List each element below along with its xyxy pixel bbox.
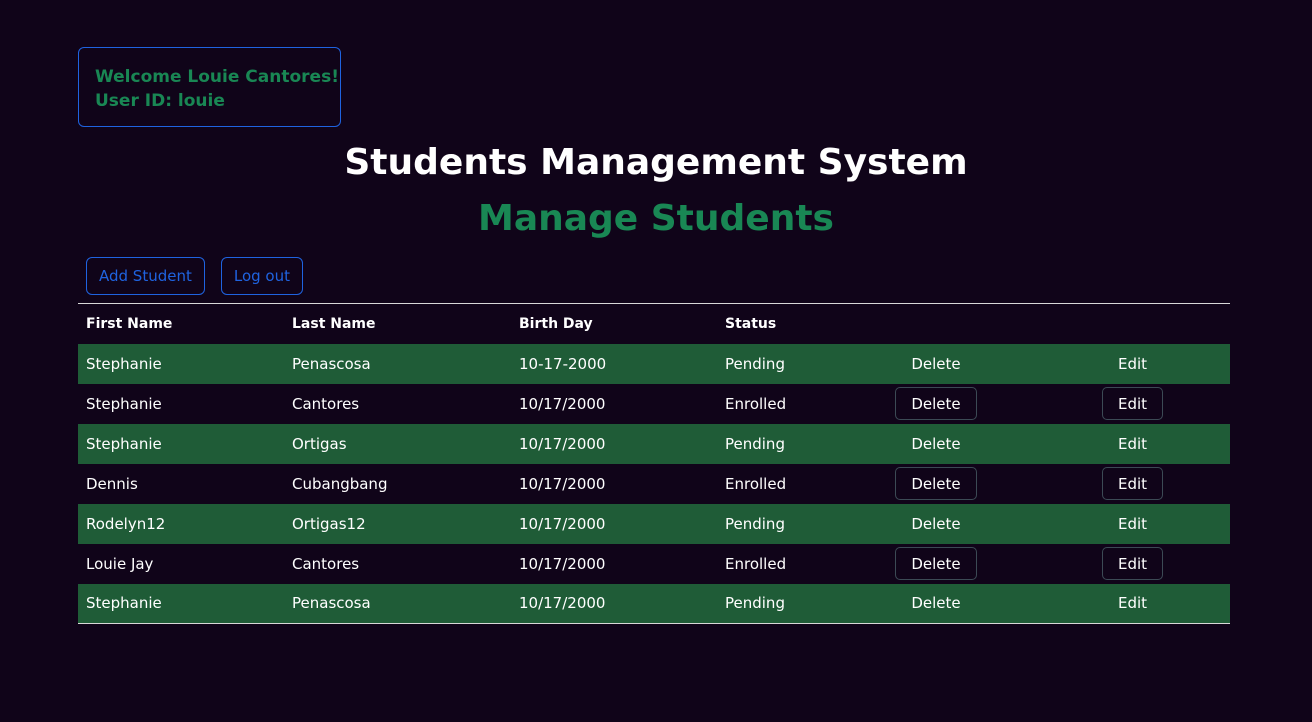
delete-cell: Delete bbox=[837, 544, 1035, 584]
table-row: Stephanie Cantores 10/17/2000 Enrolled D… bbox=[78, 384, 1230, 424]
cell-first-name: Rodelyn12 bbox=[86, 514, 166, 533]
cell-last-name: Ortigas bbox=[292, 434, 347, 453]
cell-last-name: Cantores bbox=[292, 394, 360, 413]
table-row: Rodelyn12 Ortigas12 10/17/2000 Pending D… bbox=[78, 503, 1230, 544]
cell-status: Pending bbox=[725, 354, 785, 373]
edit-cell: Edit bbox=[1035, 504, 1230, 544]
students-table-container: First Name Last Name Birth Day Status St… bbox=[78, 303, 1230, 624]
delete-cell: Delete bbox=[837, 584, 1035, 624]
cell-status: Enrolled bbox=[725, 394, 787, 413]
logout-button[interactable]: Log out bbox=[220, 257, 303, 295]
students-table: First Name Last Name Birth Day Status St… bbox=[78, 303, 1230, 624]
edit-cell: Edit bbox=[1035, 424, 1230, 464]
delete-button[interactable]: Delete bbox=[895, 467, 977, 500]
cell-status: Enrolled bbox=[725, 554, 787, 573]
cell-status: Pending bbox=[725, 514, 785, 533]
cell-birth-day: 10/17/2000 bbox=[519, 394, 606, 413]
cell-first-name: Stephanie bbox=[86, 354, 162, 373]
delete-button[interactable]: Delete bbox=[895, 507, 976, 540]
table-row: Dennis Cubangbang 10/17/2000 Enrolled De… bbox=[78, 464, 1230, 504]
cell-status: Pending bbox=[725, 434, 785, 453]
edit-button[interactable]: Edit bbox=[1102, 427, 1163, 460]
cell-last-name: Penascosa bbox=[292, 594, 371, 613]
edit-button[interactable]: Edit bbox=[1102, 587, 1163, 620]
delete-cell: Delete bbox=[837, 344, 1035, 384]
edit-button[interactable]: Edit bbox=[1101, 387, 1164, 420]
delete-button[interactable]: Delete bbox=[895, 347, 976, 380]
cell-birth-day: 10/17/2000 bbox=[519, 434, 606, 453]
edit-cell: Edit bbox=[1035, 464, 1230, 504]
table-header: First Name Last Name Birth Day Status bbox=[78, 303, 1230, 344]
delete-cell: Delete bbox=[837, 464, 1035, 504]
delete-button[interactable]: Delete bbox=[895, 587, 976, 620]
cell-first-name: Dennis bbox=[86, 474, 138, 493]
table-row: Stephanie Ortigas 10/17/2000 Pending Del… bbox=[78, 423, 1230, 464]
column-header-delete bbox=[837, 304, 1035, 344]
cell-first-name: Stephanie bbox=[86, 434, 162, 453]
table-body: Stephanie Penascosa 10-17-2000 Pending D… bbox=[78, 343, 1230, 624]
column-header-birth-day: Birth Day bbox=[519, 315, 593, 332]
cell-first-name: Stephanie bbox=[86, 394, 162, 413]
delete-cell: Delete bbox=[837, 424, 1035, 464]
delete-cell: Delete bbox=[837, 384, 1035, 424]
table-row: Stephanie Penascosa 10-17-2000 Pending D… bbox=[78, 343, 1230, 384]
add-student-button[interactable]: Add Student bbox=[86, 257, 205, 295]
edit-button[interactable]: Edit bbox=[1101, 467, 1164, 500]
edit-cell: Edit bbox=[1035, 384, 1230, 424]
cell-birth-day: 10-17-2000 bbox=[519, 354, 607, 373]
edit-cell: Edit bbox=[1035, 544, 1230, 584]
edit-button[interactable]: Edit bbox=[1102, 347, 1163, 380]
cell-birth-day: 10/17/2000 bbox=[519, 514, 606, 533]
edit-cell: Edit bbox=[1035, 344, 1230, 384]
cell-status: Pending bbox=[725, 594, 785, 613]
cell-first-name: Louie Jay bbox=[86, 554, 154, 573]
table-row: Louie Jay Cantores 10/17/2000 Enrolled D… bbox=[78, 544, 1230, 584]
cell-birth-day: 10/17/2000 bbox=[519, 474, 606, 493]
welcome-box: Welcome Louie Cantores! User ID: louie bbox=[78, 47, 341, 127]
table-row: Stephanie Penascosa 10/17/2000 Pending D… bbox=[78, 583, 1230, 624]
edit-button[interactable]: Edit bbox=[1101, 547, 1164, 580]
delete-button[interactable]: Delete bbox=[895, 387, 977, 420]
cell-birth-day: 10/17/2000 bbox=[519, 594, 606, 613]
column-header-last-name: Last Name bbox=[292, 315, 376, 332]
edit-button[interactable]: Edit bbox=[1102, 507, 1163, 540]
page: Welcome Louie Cantores! User ID: louie S… bbox=[0, 0, 1312, 722]
page-subtitle: Manage Students bbox=[478, 198, 834, 239]
cell-last-name: Cantores bbox=[292, 554, 360, 573]
toolbar: Add Student Log out bbox=[86, 257, 303, 295]
welcome-greeting: Welcome Louie Cantores! bbox=[95, 67, 339, 87]
column-header-first-name: First Name bbox=[86, 315, 173, 332]
cell-first-name: Stephanie bbox=[86, 594, 162, 613]
page-title: Students Management System bbox=[344, 142, 968, 183]
cell-birth-day: 10/17/2000 bbox=[519, 554, 606, 573]
column-header-status: Status bbox=[725, 315, 777, 332]
cell-status: Enrolled bbox=[725, 474, 787, 493]
delete-button[interactable]: Delete bbox=[895, 547, 977, 580]
cell-last-name: Cubangbang bbox=[292, 474, 388, 493]
delete-button[interactable]: Delete bbox=[895, 427, 976, 460]
user-id-label: User ID: louie bbox=[95, 91, 225, 111]
cell-last-name: Penascosa bbox=[292, 354, 371, 373]
edit-cell: Edit bbox=[1035, 584, 1230, 624]
delete-cell: Delete bbox=[837, 504, 1035, 544]
cell-last-name: Ortigas12 bbox=[292, 514, 366, 533]
column-header-edit bbox=[1035, 304, 1230, 344]
